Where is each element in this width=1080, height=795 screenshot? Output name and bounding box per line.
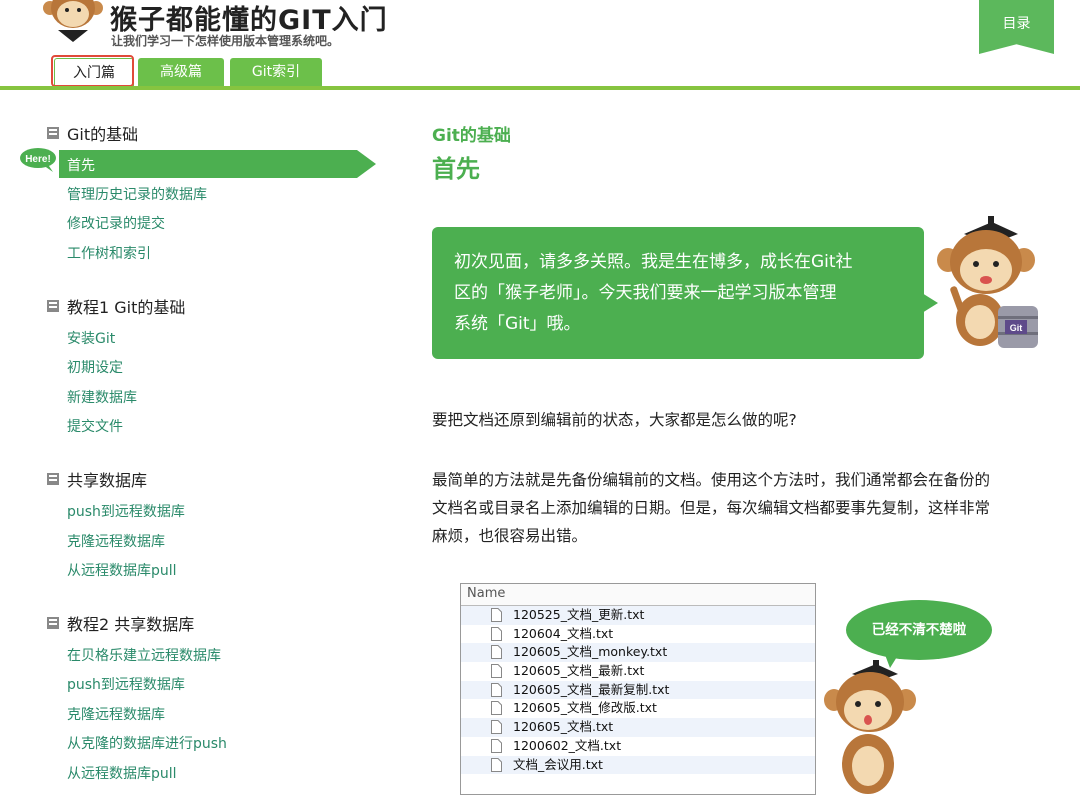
confused-speech-bubble: 已经不清不楚啦 — [846, 600, 992, 660]
intro-speech-bubble: 初次见面，请多多关照。我是生在博多，成长在Git社 区的「猴子老师」。今天我们要… — [432, 227, 924, 359]
file-name: 1200602_文档.txt — [513, 737, 622, 753]
tab-advanced[interactable]: 高级篇 — [138, 58, 224, 86]
section-title-text: 共享数据库 — [67, 471, 148, 490]
intro-line: 区的「猴子老师」。今天我们要来一起学习版本管理 — [454, 283, 837, 303]
file-name: 文档_会议用.txt — [513, 756, 603, 772]
nav-item[interactable]: 初期设定 — [67, 357, 123, 377]
section-title-text: Git的基础 — [67, 125, 139, 144]
paragraph: 最简单的方法就是先备份编辑前的文档。使用这个方法时，我们通常都会在备份的 文档名… — [432, 466, 1040, 550]
file-row[interactable]: 120605_文档_monkey.txt — [461, 643, 815, 663]
tab-git-index[interactable]: Git索引 — [230, 58, 322, 86]
section-title-text: 教程1 Git的基础 — [67, 298, 186, 317]
section-title: 共享数据库 — [46, 467, 147, 491]
git-box-label: Git — [1010, 323, 1023, 333]
paragraph-line: 最简单的方法就是先备份编辑前的文档。使用这个方法时，我们通常都会在备份的 — [432, 471, 991, 489]
nav-item[interactable]: 提交文件 — [67, 416, 123, 436]
file-list-window: Name 120525_文档_更新.txt 120604_文档.txt 1206… — [460, 583, 816, 795]
section-title: 教程2 共享数据库 — [46, 611, 194, 635]
file-icon — [491, 701, 502, 716]
intro-line: 系统「Git」哦。 — [454, 314, 581, 334]
here-badge-icon: Here! — [20, 148, 56, 172]
monkey-teacher-icon: Git — [937, 216, 1038, 348]
nav-item[interactable]: 在贝格乐建立远程数据库 — [67, 645, 221, 665]
monkey-confused-icon — [824, 660, 916, 794]
file-icon — [491, 757, 502, 772]
file-icon — [491, 738, 502, 753]
file-name: 120605_文档_monkey.txt — [513, 644, 668, 660]
nav-item[interactable]: push到远程数据库 — [67, 501, 185, 521]
nav-item[interactable]: 从远程数据库pull — [67, 560, 177, 580]
file-row[interactable]: 1200602_文档.txt — [461, 737, 815, 756]
file-row[interactable]: 120605_文档.txt — [461, 718, 815, 737]
file-row[interactable]: 120605_文档_最新复制.txt — [461, 680, 815, 700]
file-icon — [491, 608, 502, 622]
paragraph-line: 麻烦，也很容易出错。 — [432, 527, 588, 545]
paragraph-line: 文档名或目录名上添加编辑的日期。但是，每次编辑文档都要事先复制，这样非常 — [432, 499, 991, 517]
book-icon — [47, 617, 59, 629]
nav-item[interactable]: 安装Git — [67, 328, 115, 348]
nav-item-active[interactable]: 首先 — [59, 150, 376, 178]
section-title: Git的基础 — [46, 121, 138, 145]
file-icon — [491, 645, 502, 660]
file-row[interactable]: 120605_文档_最新.txt — [461, 662, 815, 681]
section-title-text: 教程2 共享数据库 — [67, 615, 195, 634]
nav-item[interactable]: 克隆远程数据库 — [67, 704, 165, 724]
file-icon — [491, 664, 502, 679]
nav-item[interactable]: 从远程数据库pull — [67, 763, 177, 783]
nav-item[interactable]: 从克隆的数据库进行push — [67, 733, 227, 753]
file-row[interactable]: 120605_文档_修改版.txt — [461, 699, 815, 718]
header-divider — [0, 86, 1080, 90]
paragraph: 要把文档还原到编辑前的状态，大家都是怎么做的呢? — [432, 411, 797, 429]
file-name: 120605_文档.txt — [513, 719, 614, 735]
monkey-logo-icon[interactable] — [42, 0, 104, 44]
file-list-rows: 120525_文档_更新.txt 120604_文档.txt 120605_文档… — [461, 606, 815, 775]
file-row[interactable]: 文档_会议用.txt — [461, 755, 815, 775]
file-name: 120604_文档.txt — [513, 625, 614, 641]
book-icon — [47, 127, 59, 139]
nav-item[interactable]: 修改记录的提交 — [67, 213, 165, 233]
nav-item-label: 首先 — [67, 158, 95, 174]
nav-item[interactable]: push到远程数据库 — [67, 674, 185, 694]
file-row[interactable]: 120525_文档_更新.txt — [461, 606, 815, 625]
file-icon — [491, 682, 502, 697]
file-name: 120605_文档_最新复制.txt — [513, 681, 670, 697]
nav-item[interactable]: 克隆远程数据库 — [67, 531, 165, 551]
toc-button[interactable]: 目录 — [979, 0, 1054, 54]
nav-item[interactable]: 工作树和索引 — [67, 243, 151, 263]
nav-item[interactable]: 管理历史记录的数据库 — [67, 184, 207, 204]
file-icon — [491, 720, 502, 735]
tab-beginner[interactable]: 入门篇 — [54, 58, 134, 87]
book-icon — [47, 300, 59, 312]
breadcrumb: Git的基础 — [432, 126, 511, 146]
section-title: 教程1 Git的基础 — [46, 294, 185, 318]
page-title: 首先 — [432, 155, 480, 183]
book-icon — [47, 473, 59, 485]
file-name: 120605_文档_修改版.txt — [513, 700, 657, 716]
file-row[interactable]: 120604_文档.txt — [461, 625, 815, 644]
file-icon — [491, 626, 502, 641]
intro-line: 初次见面，请多多关照。我是生在博多，成长在Git社 — [454, 252, 853, 272]
nav-item[interactable]: 新建数据库 — [67, 387, 137, 407]
here-badge-text: Here! — [25, 154, 51, 165]
file-name: 120525_文档_更新.txt — [513, 607, 645, 622]
file-name: 120605_文档_最新.txt — [513, 663, 645, 679]
site-subtitle: 让我们学习一下怎样使用版本管理系统吧。 — [111, 34, 340, 48]
site-header: 猴子都能懂的GIT入门 让我们学习一下怎样使用版本管理系统吧。 目录 入门篇 高… — [0, 0, 1080, 92]
file-list-column-header[interactable]: Name — [461, 584, 815, 606]
